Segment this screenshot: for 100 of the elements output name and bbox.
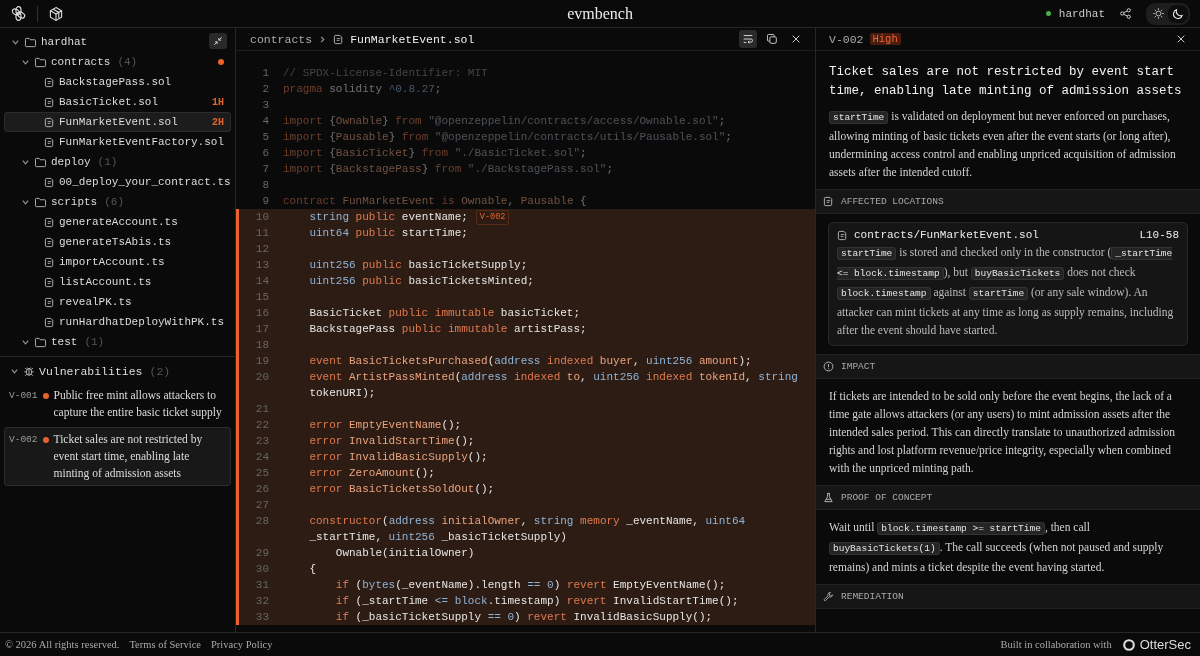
app-title: evmbench bbox=[567, 4, 633, 23]
folder-item[interactable]: scripts (6) bbox=[4, 192, 231, 212]
line-number: 29 bbox=[254, 546, 270, 561]
line-number: 21 bbox=[254, 402, 270, 417]
knot-logo-icon[interactable] bbox=[10, 5, 27, 22]
breadcrumb-folder[interactable]: contracts bbox=[250, 32, 313, 46]
line-number: 15 bbox=[254, 290, 270, 305]
code-line: if (_startTime <= block.timestamp) revert InvalidStartTime(); bbox=[335, 594, 739, 609]
wrench-icon bbox=[823, 591, 834, 602]
issue-count: 2H bbox=[212, 116, 224, 128]
folder-item[interactable]: contracts (4) bbox=[4, 52, 231, 72]
line-number: 2 bbox=[261, 82, 270, 97]
line-number: 19 bbox=[254, 354, 270, 369]
file-item[interactable]: FunMarketEvent.sol 2H bbox=[4, 112, 231, 132]
word-wrap-button[interactable] bbox=[739, 30, 757, 48]
line-number: 9 bbox=[261, 194, 270, 209]
file-icon bbox=[44, 256, 55, 268]
file-icon bbox=[44, 236, 55, 248]
file-item[interactable]: BasicTicket.sol 1H bbox=[4, 92, 231, 112]
line-number: 25 bbox=[254, 466, 270, 481]
folder-icon bbox=[34, 196, 47, 208]
finding-summary: startTime is validated on deployment but never enforced on purchases, allowing minting of basic tickets even after the event starts (or long after), undermining access control and enabling unpriced acquisition of admission assets after the intended cutoff. bbox=[828, 109, 1177, 180]
bug-icon bbox=[23, 365, 35, 377]
line-number: 23 bbox=[254, 434, 270, 449]
credit-text: Built in collaboration with bbox=[1000, 639, 1112, 650]
file-item[interactable]: importAccount.ts bbox=[4, 252, 231, 272]
partner-name: OtterSec bbox=[1139, 637, 1191, 652]
file-icon bbox=[44, 176, 55, 188]
code-line: uint256 public basicTicketsMinted; bbox=[309, 274, 534, 289]
copy-icon bbox=[766, 33, 778, 45]
file-item[interactable]: revealPK.ts bbox=[4, 292, 231, 312]
line-number: 16 bbox=[254, 306, 270, 321]
location-note: startTime is stored and checked only in the constructor ( _startTime <= block.timestamp ), but buyBasicTickets does not check block.timestamp against startTime (or any sale window). An attacker can mint tickets at any time as long as supply remains, including after the event should have started. bbox=[836, 245, 1175, 338]
line-number: 12 bbox=[254, 242, 270, 257]
footer-link[interactable]: Terms of Service bbox=[129, 639, 201, 650]
breadcrumb-file[interactable]: FunMarketEvent.sol bbox=[350, 32, 475, 46]
line-number: 14 bbox=[254, 274, 270, 289]
code-line: error ZeroAmount(); bbox=[309, 466, 435, 481]
code-line: event ArtistPassMinted(address indexed to, uint256 indexed tokenId, string tokenURI); bbox=[309, 370, 799, 401]
section-text: Wait until block.timestamp >= startTime , then call buyBasicTickets(1) . The call succeeds (when not paused and supply remains) and mints a ticket despite the event having started. bbox=[828, 520, 1165, 576]
file-path[interactable]: contracts/FunMarketEvent.sol bbox=[854, 229, 1039, 241]
folder-item[interactable]: test (1) bbox=[4, 332, 231, 352]
vulnerabilities-header[interactable]: Vulnerabilities (2) bbox=[4, 361, 231, 381]
folder-icon bbox=[24, 36, 37, 48]
line-number: 13 bbox=[254, 258, 270, 273]
cube-logo-icon[interactable] bbox=[48, 5, 64, 22]
file-item[interactable]: runHardhatDeployWithPK.ts bbox=[4, 312, 231, 332]
code-line: uint256 public basicTicketSupply; bbox=[309, 258, 528, 273]
file-icon bbox=[333, 33, 345, 45]
dark-mode-button[interactable] bbox=[1168, 4, 1188, 23]
section-header: AFFECTED LOCATIONS bbox=[816, 189, 1200, 214]
file-item[interactable]: generateTsAbis.ts bbox=[4, 232, 231, 252]
file-item[interactable]: FunMarketEventFactory.sol bbox=[4, 132, 231, 152]
code-line: contract FunMarketEvent is Ownable, Pausable { bbox=[283, 194, 587, 209]
line-number: 6 bbox=[261, 146, 270, 161]
line-number: 1 bbox=[261, 66, 270, 81]
code-line: string public eventName; bbox=[309, 210, 468, 225]
close-icon bbox=[1176, 34, 1186, 44]
file-icon bbox=[44, 276, 55, 288]
line-number: 33 bbox=[254, 610, 270, 625]
file-icon bbox=[44, 136, 55, 148]
finding-title: Ticket sales are not restricted by event start time, enabling late minting of admission assets bbox=[828, 64, 1183, 100]
section-text: If tickets are intended to be sold only before the event begins, the lack of a time gate allows attackers (or any users) to mint admission assets after the intended sales period. This can directly translate to unauthorized admission rights and lost platform revenue/price integrity, especially when combined with the unpriced minting path. bbox=[828, 389, 1176, 477]
folder-item[interactable]: deploy (1) bbox=[4, 152, 231, 172]
line-range: L10-58 bbox=[1139, 229, 1179, 241]
folder-item[interactable]: hardhat bbox=[4, 32, 231, 52]
file-item[interactable]: listAccount.ts bbox=[4, 272, 231, 292]
vulnerability-item[interactable]: V-002 Ticket sales are not restricted by event start time, enabling late minting of admission assets bbox=[4, 427, 231, 486]
code-line: import {BasicTicket} from "./BasicTicket.sol"; bbox=[283, 146, 587, 161]
section-header: REMEDIATION bbox=[816, 584, 1200, 609]
code-line: error InvalidStartTime(); bbox=[309, 434, 475, 449]
code-line: pragma solidity ^0.8.27; bbox=[283, 82, 442, 97]
vulnerability-item[interactable]: V-001 Public free mint allows attackers to capture the entire basic ticket supply bbox=[4, 383, 231, 425]
file-item[interactable]: BackstagePass.sol bbox=[4, 72, 231, 92]
file-icon bbox=[823, 196, 834, 207]
close-icon bbox=[791, 34, 801, 44]
code-line: import {BackstagePass} from "./BackstagePass.sol"; bbox=[283, 162, 614, 177]
collapse-all-button[interactable] bbox=[209, 33, 227, 49]
code-line: error EmptyEventName(); bbox=[309, 418, 462, 433]
file-icon bbox=[44, 76, 55, 88]
line-number: 24 bbox=[254, 450, 270, 465]
file-item[interactable]: generateAccount.ts bbox=[4, 212, 231, 232]
footer-link[interactable]: Privacy Policy bbox=[211, 639, 273, 650]
code-line: Ownable(initialOwner) bbox=[335, 546, 475, 561]
flask-icon bbox=[823, 492, 834, 503]
line-number: 26 bbox=[254, 482, 270, 497]
line-number: 7 bbox=[261, 162, 270, 177]
file-icon bbox=[44, 316, 55, 328]
share-icon[interactable] bbox=[1119, 7, 1132, 20]
finding-id: V-002 bbox=[829, 32, 864, 46]
file-icon bbox=[44, 296, 55, 308]
file-item[interactable]: 00_deploy_your_contract.ts bbox=[4, 172, 231, 192]
line-number: 27 bbox=[254, 498, 270, 513]
line-number: 8 bbox=[261, 178, 270, 193]
severity-dot bbox=[42, 393, 49, 399]
file-icon bbox=[44, 216, 55, 228]
code-line: BasicTicket public immutable basicTicket; bbox=[309, 306, 581, 321]
line-number: 4 bbox=[261, 114, 270, 129]
line-number: 31 bbox=[254, 578, 270, 593]
file-icon bbox=[44, 96, 55, 108]
